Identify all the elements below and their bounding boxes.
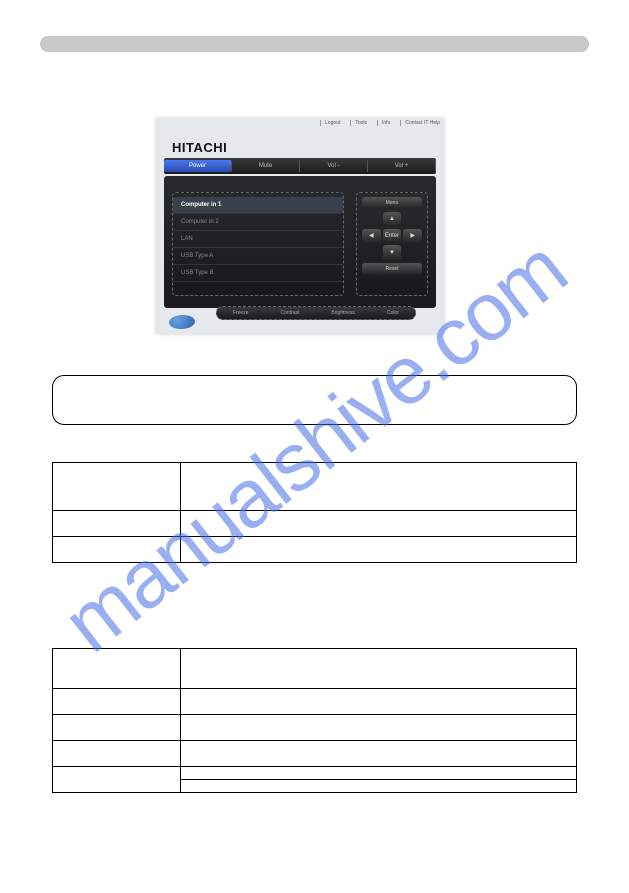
t2-r5c2b	[181, 780, 576, 793]
t2-r4c2	[181, 741, 577, 767]
t2-r5c2	[181, 767, 577, 793]
source-lan[interactable]: LAN	[173, 231, 343, 248]
t2-r4c1	[53, 741, 181, 767]
menu-button[interactable]: Menu	[362, 197, 422, 209]
source-usb-b[interactable]: USB Type B	[173, 265, 343, 282]
table-2	[52, 648, 577, 793]
dpad: ▲ ◀ Enter ▶ ▼	[362, 212, 422, 260]
t2-r3c1	[53, 715, 181, 741]
t1-r1c1	[53, 463, 181, 511]
t1-r2c2	[181, 511, 577, 537]
sources-list: Computer in 1 Computer in 2 LAN USB Type…	[172, 192, 344, 296]
t2-r1c1	[53, 649, 181, 689]
tab-mute[interactable]: Mute	[232, 160, 300, 172]
panel-body: Sources List Computer in 1 Computer in 2…	[164, 176, 436, 308]
link-tools[interactable]: Tools	[350, 120, 367, 126]
remote-pad: Menu ▲ ◀ Enter ▶ ▼ Reset	[356, 192, 428, 296]
t2-r5c1	[53, 767, 181, 793]
t2-r1c2	[181, 649, 577, 689]
main-tab-bar: Power Mute Vol - Vol +	[164, 158, 436, 174]
t2-r3c2	[181, 715, 577, 741]
ctrl-freeze[interactable]: Freeze	[233, 310, 249, 316]
t2-r2c2	[181, 689, 577, 715]
source-computer2[interactable]: Computer in 2	[173, 214, 343, 231]
tab-power[interactable]: Power	[164, 160, 232, 172]
bottom-controls: Freeze Contrast Brightness Color	[216, 306, 416, 320]
t2-r2c1	[53, 689, 181, 715]
ctrl-contrast[interactable]: Contrast	[281, 310, 300, 316]
dpad-right-icon[interactable]: ▶	[403, 229, 422, 244]
dpad-up-icon[interactable]: ▲	[383, 212, 402, 227]
tab-vol-down[interactable]: Vol -	[300, 160, 368, 172]
source-usb-a[interactable]: USB Type A	[173, 248, 343, 265]
link-info[interactable]: Info	[377, 120, 390, 126]
ctrl-color[interactable]: Color	[387, 310, 399, 316]
note-box	[52, 375, 577, 425]
t1-r1c2	[181, 463, 577, 511]
brand-logo: HITACHI	[172, 140, 227, 155]
reset-button[interactable]: Reset	[362, 263, 422, 275]
tab-vol-up[interactable]: Vol +	[368, 160, 436, 172]
page-header-bar	[40, 36, 589, 52]
ctrl-brightness[interactable]: Brightness	[331, 310, 355, 316]
t1-r3c1	[53, 537, 181, 563]
link-logout[interactable]: Logout	[320, 120, 340, 126]
source-computer1[interactable]: Computer in 1	[173, 197, 343, 214]
t2-r5c2a	[181, 767, 576, 780]
t1-r3c2	[181, 537, 577, 563]
t1-r2c1	[53, 511, 181, 537]
dpad-left-icon[interactable]: ◀	[362, 229, 381, 244]
projector-control-panel: Logout Tools Info Contact IT Help HITACH…	[156, 118, 444, 334]
link-contact[interactable]: Contact IT Help	[400, 120, 440, 126]
table-1	[52, 462, 577, 563]
crestron-badge-icon	[166, 312, 198, 332]
dpad-down-icon[interactable]: ▼	[383, 245, 402, 260]
top-links: Logout Tools Info Contact IT Help	[320, 120, 440, 126]
enter-button[interactable]: Enter	[383, 229, 402, 244]
